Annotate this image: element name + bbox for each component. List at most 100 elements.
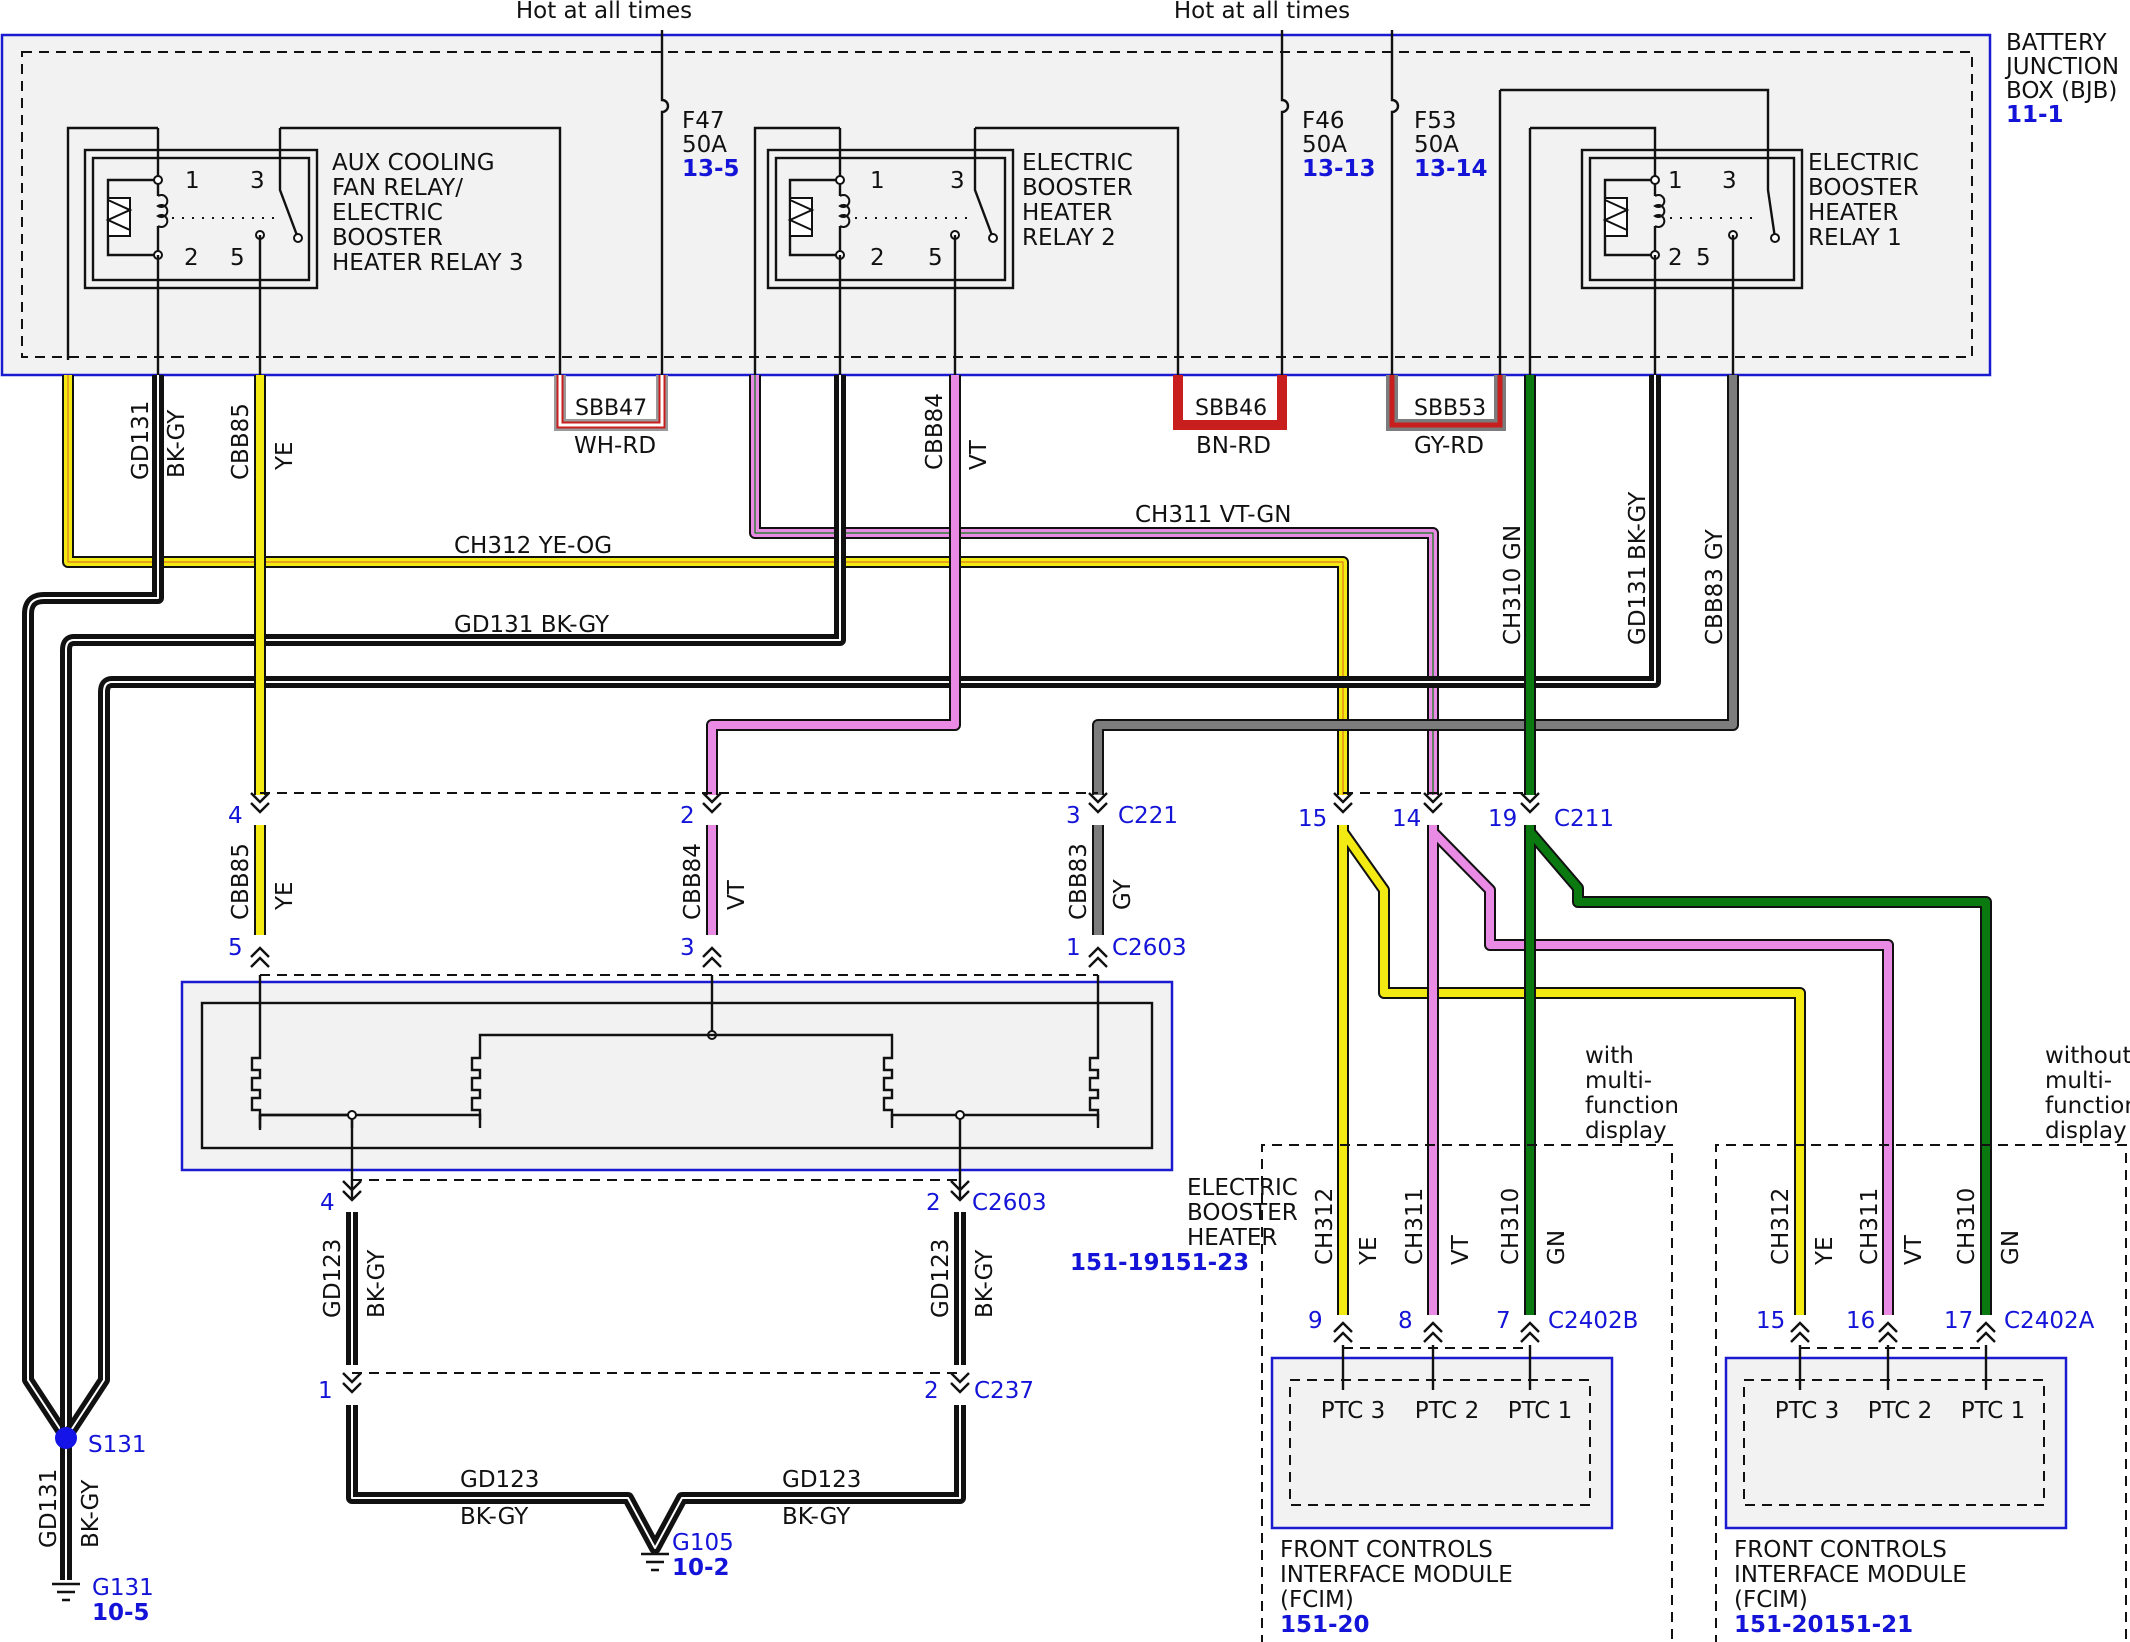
svg-text:YE: YE	[1812, 1236, 1838, 1266]
svg-text:C2603: C2603	[1112, 935, 1187, 961]
battery-junction-box	[0, 33, 1992, 377]
hot-at-all-times-label-1: Hot at all times	[516, 0, 692, 24]
svg-text:BK-GY: BK-GY	[972, 1249, 998, 1318]
svg-text:BOOSTER: BOOSTER	[1808, 175, 1919, 201]
ground-g131-symbol	[52, 1582, 80, 1602]
svg-text:14: 14	[1392, 806, 1421, 832]
svg-text:GN: GN	[1500, 525, 1526, 560]
svg-text:PTC 3: PTC 3	[1775, 1398, 1840, 1424]
svg-text:GD123: GD123	[320, 1239, 346, 1318]
svg-text:5: 5	[928, 245, 943, 271]
svg-text:1: 1	[1066, 935, 1081, 961]
svg-text:BK-GY: BK-GY	[460, 1504, 529, 1530]
svg-text:CH310: CH310	[1954, 1188, 1980, 1265]
svg-text:2: 2	[924, 1378, 939, 1404]
svg-text:ELECTRIC: ELECTRIC	[332, 200, 443, 226]
svg-text:5: 5	[230, 245, 245, 271]
svg-text:BK-GY: BK-GY	[782, 1504, 851, 1530]
svg-text:VT: VT	[724, 879, 750, 910]
svg-text:INTERFACE MODULE: INTERFACE MODULE	[1734, 1562, 1967, 1588]
svg-text:CH310: CH310	[1498, 1188, 1524, 1265]
svg-text:HEATER: HEATER	[1022, 200, 1112, 226]
hot-at-all-times-label-2: Hot at all times	[1174, 0, 1350, 24]
svg-text:151-20: 151-20	[1280, 1612, 1370, 1638]
svg-text:BK-GY: BK-GY	[164, 409, 190, 478]
svg-text:GD123: GD123	[928, 1239, 954, 1318]
svg-text:C2603: C2603	[972, 1190, 1047, 1216]
svg-text:YE: YE	[272, 881, 298, 911]
svg-text:ELECTRIC: ELECTRIC	[1187, 1175, 1298, 1201]
svg-text:C237: C237	[974, 1378, 1034, 1404]
svg-text:7: 7	[1496, 1308, 1511, 1334]
svg-text:without: without	[2045, 1043, 2130, 1069]
fcim-with-display: with multi- function display 9 8 7 C2402…	[1261, 1043, 1679, 1642]
svg-text:display: display	[2045, 1118, 2127, 1144]
svg-text:GD131: GD131	[36, 1469, 62, 1548]
svg-text:CBB84: CBB84	[922, 393, 948, 470]
svg-text:C2402B: C2402B	[1548, 1308, 1638, 1334]
svg-text:BK-GY: BK-GY	[78, 1479, 104, 1548]
svg-text:VT: VT	[1901, 1234, 1927, 1265]
svg-text:WH-RD: WH-RD	[574, 433, 656, 459]
svg-text:BOOSTER: BOOSTER	[1187, 1200, 1298, 1226]
svg-text:CBB85: CBB85	[228, 403, 254, 480]
svg-text:YE: YE	[272, 441, 298, 471]
fcim-without-display: without multi- function display 15 16 17…	[1715, 1043, 2130, 1642]
svg-text:CH312: CH312	[1768, 1188, 1794, 1265]
svg-text:GD131: GD131	[128, 401, 154, 480]
svg-text:F47: F47	[682, 108, 725, 134]
wiring-diagram: Hot at all times Hot at all times BATTER…	[0, 0, 2130, 1642]
svg-text:G105: G105	[672, 1530, 734, 1556]
connector-c2603-top: 5 3 1 C2603	[228, 935, 1187, 976]
svg-text:1: 1	[1668, 168, 1683, 194]
svg-text:CH311: CH311	[1857, 1188, 1883, 1265]
svg-text:SBB53: SBB53	[1414, 396, 1486, 421]
svg-text:JUNCTION: JUNCTION	[2004, 54, 2119, 80]
svg-text:13-14: 13-14	[1414, 156, 1488, 182]
svg-text:50A: 50A	[1414, 132, 1459, 158]
svg-text:FRONT CONTROLS: FRONT CONTROLS	[1280, 1537, 1493, 1563]
svg-text:8: 8	[1398, 1308, 1413, 1334]
svg-text:2: 2	[870, 245, 885, 271]
svg-text:151-19151-23: 151-19151-23	[1070, 1250, 1249, 1276]
busbar-sbb46: SBB46 BN-RD	[1173, 375, 1287, 459]
svg-text:3: 3	[950, 168, 965, 194]
svg-text:GD131: GD131	[1625, 566, 1651, 645]
ground-g105-symbol	[641, 1552, 669, 1572]
svg-text:PTC 1: PTC 1	[1508, 1398, 1573, 1424]
svg-text:CH312: CH312	[1312, 1188, 1338, 1265]
ground-labels: S131 G131 10-5 G105 10-2	[88, 1432, 734, 1626]
svg-text:16: 16	[1846, 1308, 1875, 1334]
svg-text:CH311 VT-GN: CH311 VT-GN	[1135, 502, 1291, 528]
svg-text:9: 9	[1308, 1308, 1323, 1334]
svg-text:19: 19	[1488, 806, 1517, 832]
svg-text:GN: GN	[1998, 1230, 2024, 1265]
svg-text:151-20151-21: 151-20151-21	[1734, 1612, 1913, 1638]
svg-text:50A: 50A	[1302, 132, 1347, 158]
svg-text:PTC 1: PTC 1	[1961, 1398, 2026, 1424]
svg-text:function: function	[2045, 1093, 2130, 1119]
svg-text:CH312 YE-OG: CH312 YE-OG	[454, 533, 612, 559]
svg-text:CBB85: CBB85	[228, 843, 254, 920]
svg-text:5: 5	[228, 935, 243, 961]
svg-text:GN: GN	[1544, 1230, 1570, 1265]
svg-text:10-5: 10-5	[92, 1600, 150, 1626]
connector-c221: 4 2 3 C221	[228, 791, 1178, 829]
bjb-label: BATTERY JUNCTION BOX (BJB) 11-1	[2004, 30, 2119, 128]
svg-text:F46: F46	[1302, 108, 1345, 134]
svg-text:15: 15	[1298, 806, 1327, 832]
connector-c237: 1 2 C237	[318, 1371, 1034, 1404]
svg-text:GY-RD: GY-RD	[1414, 433, 1484, 459]
svg-text:GD123: GD123	[782, 1467, 861, 1493]
svg-text:3: 3	[680, 935, 695, 961]
svg-text:1: 1	[185, 168, 200, 194]
svg-text:FAN RELAY/: FAN RELAY/	[332, 175, 463, 201]
svg-text:BATTERY: BATTERY	[2006, 30, 2107, 56]
svg-text:10-2: 10-2	[672, 1555, 730, 1581]
svg-text:BK-GY: BK-GY	[1625, 491, 1651, 560]
svg-text:2: 2	[680, 803, 695, 829]
svg-text:C2402A: C2402A	[2004, 1308, 2095, 1334]
svg-text:4: 4	[320, 1190, 335, 1216]
svg-text:INTERFACE MODULE: INTERFACE MODULE	[1280, 1562, 1513, 1588]
svg-text:PTC 3: PTC 3	[1321, 1398, 1386, 1424]
